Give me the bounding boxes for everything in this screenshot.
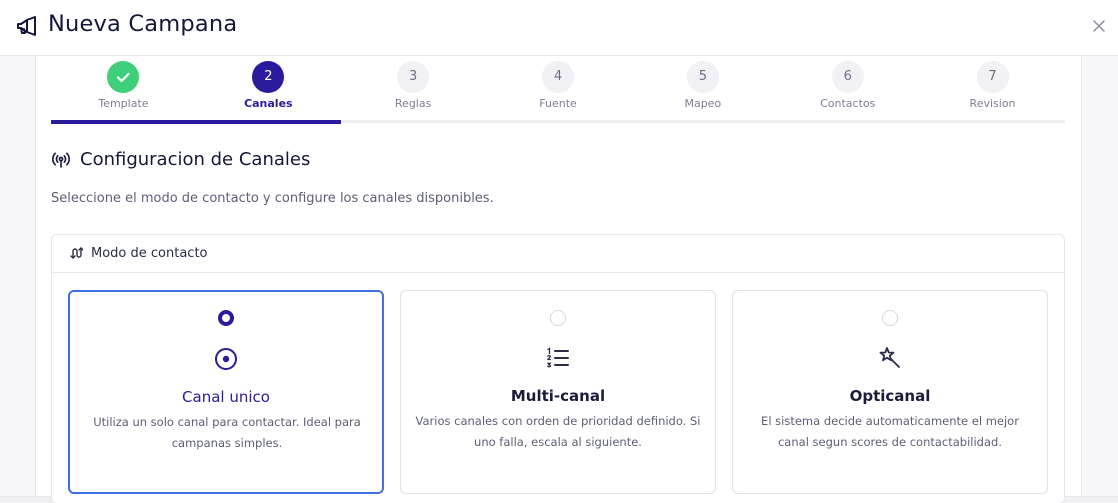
modal-header: Nueva Campana bbox=[0, 0, 1118, 56]
card-header: Modo de contacto bbox=[52, 235, 1064, 273]
radio-unselected[interactable] bbox=[550, 310, 566, 326]
route-icon bbox=[70, 247, 83, 259]
step-label: Contactos bbox=[820, 97, 876, 110]
step-label: Canales bbox=[244, 97, 293, 110]
option-multi-canal[interactable]: Multi-canal Varios canales con orden de … bbox=[400, 290, 716, 494]
step-label: Template bbox=[98, 97, 149, 110]
check-icon bbox=[107, 61, 140, 93]
step-label: Reglas bbox=[394, 97, 432, 110]
step-number: 7 bbox=[976, 61, 1009, 93]
step-label: Mapeo bbox=[684, 97, 722, 110]
option-canal-unico[interactable]: Canal unico Utiliza un solo canal para c… bbox=[68, 290, 384, 494]
step-fuente[interactable]: 4 Fuente bbox=[486, 56, 631, 121]
option-title: Opticanal bbox=[849, 387, 931, 405]
step-number: 5 bbox=[686, 61, 719, 93]
option-description: El sistema decide automaticamente el mej… bbox=[761, 414, 1019, 449]
step-revision[interactable]: 7 Revision bbox=[920, 56, 1065, 121]
close-icon[interactable] bbox=[1089, 16, 1109, 36]
stepper-progress bbox=[51, 120, 341, 124]
radio-unselected[interactable] bbox=[882, 310, 898, 326]
target-icon bbox=[215, 348, 237, 370]
option-opticanal[interactable]: Opticanal El sistema decide automaticame… bbox=[732, 290, 1048, 494]
step-contactos[interactable]: 6 Contactos bbox=[775, 56, 920, 121]
megaphone-icon bbox=[17, 16, 36, 36]
option-title: Multi-canal bbox=[510, 387, 606, 405]
step-canales[interactable]: 2 Canales bbox=[196, 56, 341, 121]
option-description: Varios canales con orden de prioridad de… bbox=[415, 414, 701, 449]
magic-wand-icon bbox=[879, 347, 900, 368]
step-mapeo[interactable]: 5 Mapeo bbox=[630, 56, 775, 121]
step-number: 6 bbox=[831, 61, 864, 93]
option-description: Utiliza un solo canal para contactar. Id… bbox=[93, 415, 361, 450]
numbered-list-icon bbox=[547, 347, 569, 368]
step-number: 2 bbox=[252, 61, 285, 93]
step-label: Revision bbox=[969, 97, 1016, 110]
section-title: Configuracion de Canales bbox=[80, 149, 311, 170]
option-title: Canal unico bbox=[182, 388, 270, 406]
step-number: 3 bbox=[397, 61, 430, 93]
step-template[interactable]: Template bbox=[51, 56, 196, 121]
contact-mode-card: Modo de contacto Canal unico Utiliza un … bbox=[51, 234, 1065, 503]
step-number: 4 bbox=[542, 61, 575, 93]
antenna-icon bbox=[52, 152, 70, 168]
card-header-label: Modo de contacto bbox=[91, 246, 208, 261]
modal-title: Nueva Campana bbox=[48, 11, 238, 37]
step-label: Fuente bbox=[539, 97, 577, 110]
step-reglas[interactable]: 3 Reglas bbox=[341, 56, 486, 121]
stepper: Template 2 Canales 3 Reglas 4 Fuente 5 M… bbox=[51, 56, 1065, 126]
radio-selected[interactable] bbox=[218, 310, 234, 326]
section-description: Seleccione el modo de contacto y configu… bbox=[51, 191, 494, 206]
